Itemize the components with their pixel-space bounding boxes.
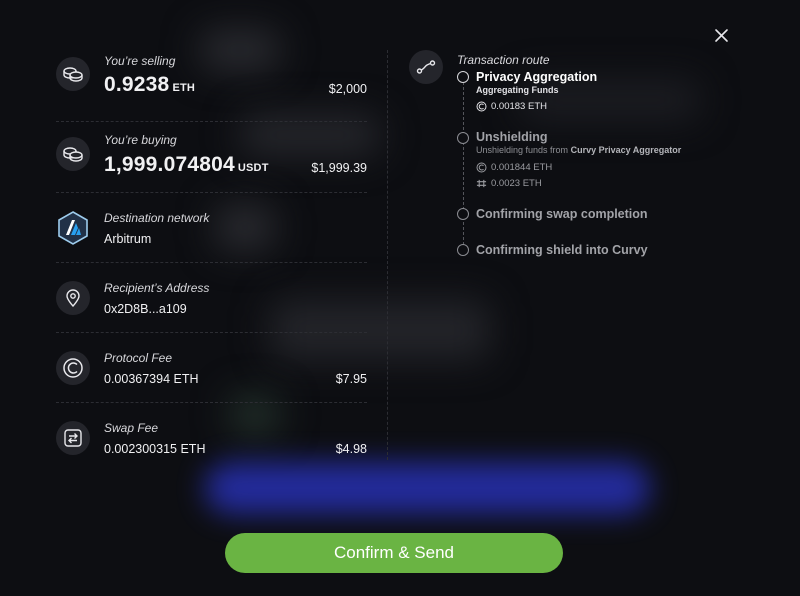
divider (56, 192, 367, 193)
divider (56, 402, 367, 403)
recipient-label: Recipient’s Address (104, 281, 210, 295)
route-connector (463, 82, 464, 250)
arbitrum-logo-icon (56, 211, 90, 245)
step-indicator (457, 244, 469, 256)
blurred-background-button (205, 462, 650, 514)
swap-fee-usd: $4.98 (335, 442, 367, 456)
buying-label: You’re buying (104, 133, 177, 147)
route-icon (409, 50, 443, 84)
step-sub-highlight: Curvy Privacy Aggregator (570, 145, 682, 155)
step-sub-text: Unshielding funds from (476, 145, 569, 155)
swap-arrows-icon (56, 421, 90, 455)
selling-unit: ETH (172, 82, 196, 94)
coins-icon (56, 57, 90, 91)
step-sub: Aggregating Funds (476, 85, 559, 95)
location-pin-icon (56, 281, 90, 315)
step-amount: 0.0023 ETH (476, 178, 542, 189)
curvy-logo-icon (56, 351, 90, 385)
selling-row: You’re selling 0.9238 ETH $2,000 (56, 54, 367, 102)
step-amount: 0.001844 ETH (476, 162, 552, 173)
divider (56, 121, 367, 122)
destination-label: Destination network (104, 211, 210, 225)
buying-amount-value: 1,999.074804 (104, 153, 235, 176)
destination-row: Destination network Arbitrum (56, 211, 367, 251)
route-title: Transaction route (457, 53, 550, 67)
buying-unit: USDT (237, 162, 269, 174)
step-confirming-swap: Confirming swap completion (476, 207, 648, 221)
protocol-fee-usd: $7.95 (335, 372, 367, 386)
step-indicator (457, 132, 469, 144)
confirm-send-button[interactable]: Confirm & Send (225, 533, 563, 573)
buying-amount: 1,999.074804 USDT (104, 153, 269, 177)
step-sub: Unshielding funds from Curvy Privacy Agg… (476, 145, 681, 155)
step-amount-text: 0.0023 ETH (491, 178, 542, 189)
selling-amount: 0.9238 ETH (104, 73, 195, 97)
step-indicator (457, 71, 469, 83)
protocol-fee-row: Protocol Fee 0.00367394 ETH $7.95 (56, 351, 367, 391)
swap-fee-value: 0.002300315 ETH (104, 442, 206, 456)
recipient-value: 0x2D8B...a109 (104, 302, 187, 316)
curvy-logo-icon (476, 162, 487, 173)
column-divider (387, 50, 388, 460)
step-amount-text: 0.00183 ETH (491, 101, 547, 112)
step-privacy-aggregation: Privacy Aggregation (476, 70, 598, 84)
recipient-row: Recipient’s Address 0x2D8B...a109 (56, 281, 367, 321)
coins-icon (56, 137, 90, 171)
step-amount: 0.00183 ETH (476, 101, 547, 112)
curvy-logo-icon (476, 101, 487, 112)
divider (56, 262, 367, 263)
buying-row: You’re buying 1,999.074804 USDT $1,999.39 (56, 133, 367, 181)
protocol-fee-value: 0.00367394 ETH (104, 372, 199, 386)
divider (56, 332, 367, 333)
buying-usd: $1,999.39 (311, 161, 367, 175)
bridge-icon (476, 179, 487, 188)
destination-value: Arbitrum (104, 232, 152, 246)
step-unshielding: Unshielding (476, 130, 548, 144)
step-confirming-shield: Confirming shield into Curvy (476, 243, 648, 257)
protocol-fee-label: Protocol Fee (104, 351, 173, 365)
step-amount-text: 0.001844 ETH (491, 162, 553, 173)
selling-amount-value: 0.9238 (104, 73, 170, 96)
swap-fee-row: Swap Fee 0.002300315 ETH $4.98 (56, 421, 367, 461)
swap-fee-label: Swap Fee (104, 421, 159, 435)
step-indicator (457, 208, 469, 220)
close-icon[interactable] (710, 26, 732, 46)
selling-label: You’re selling (104, 54, 176, 68)
selling-usd: $2,000 (328, 82, 367, 96)
